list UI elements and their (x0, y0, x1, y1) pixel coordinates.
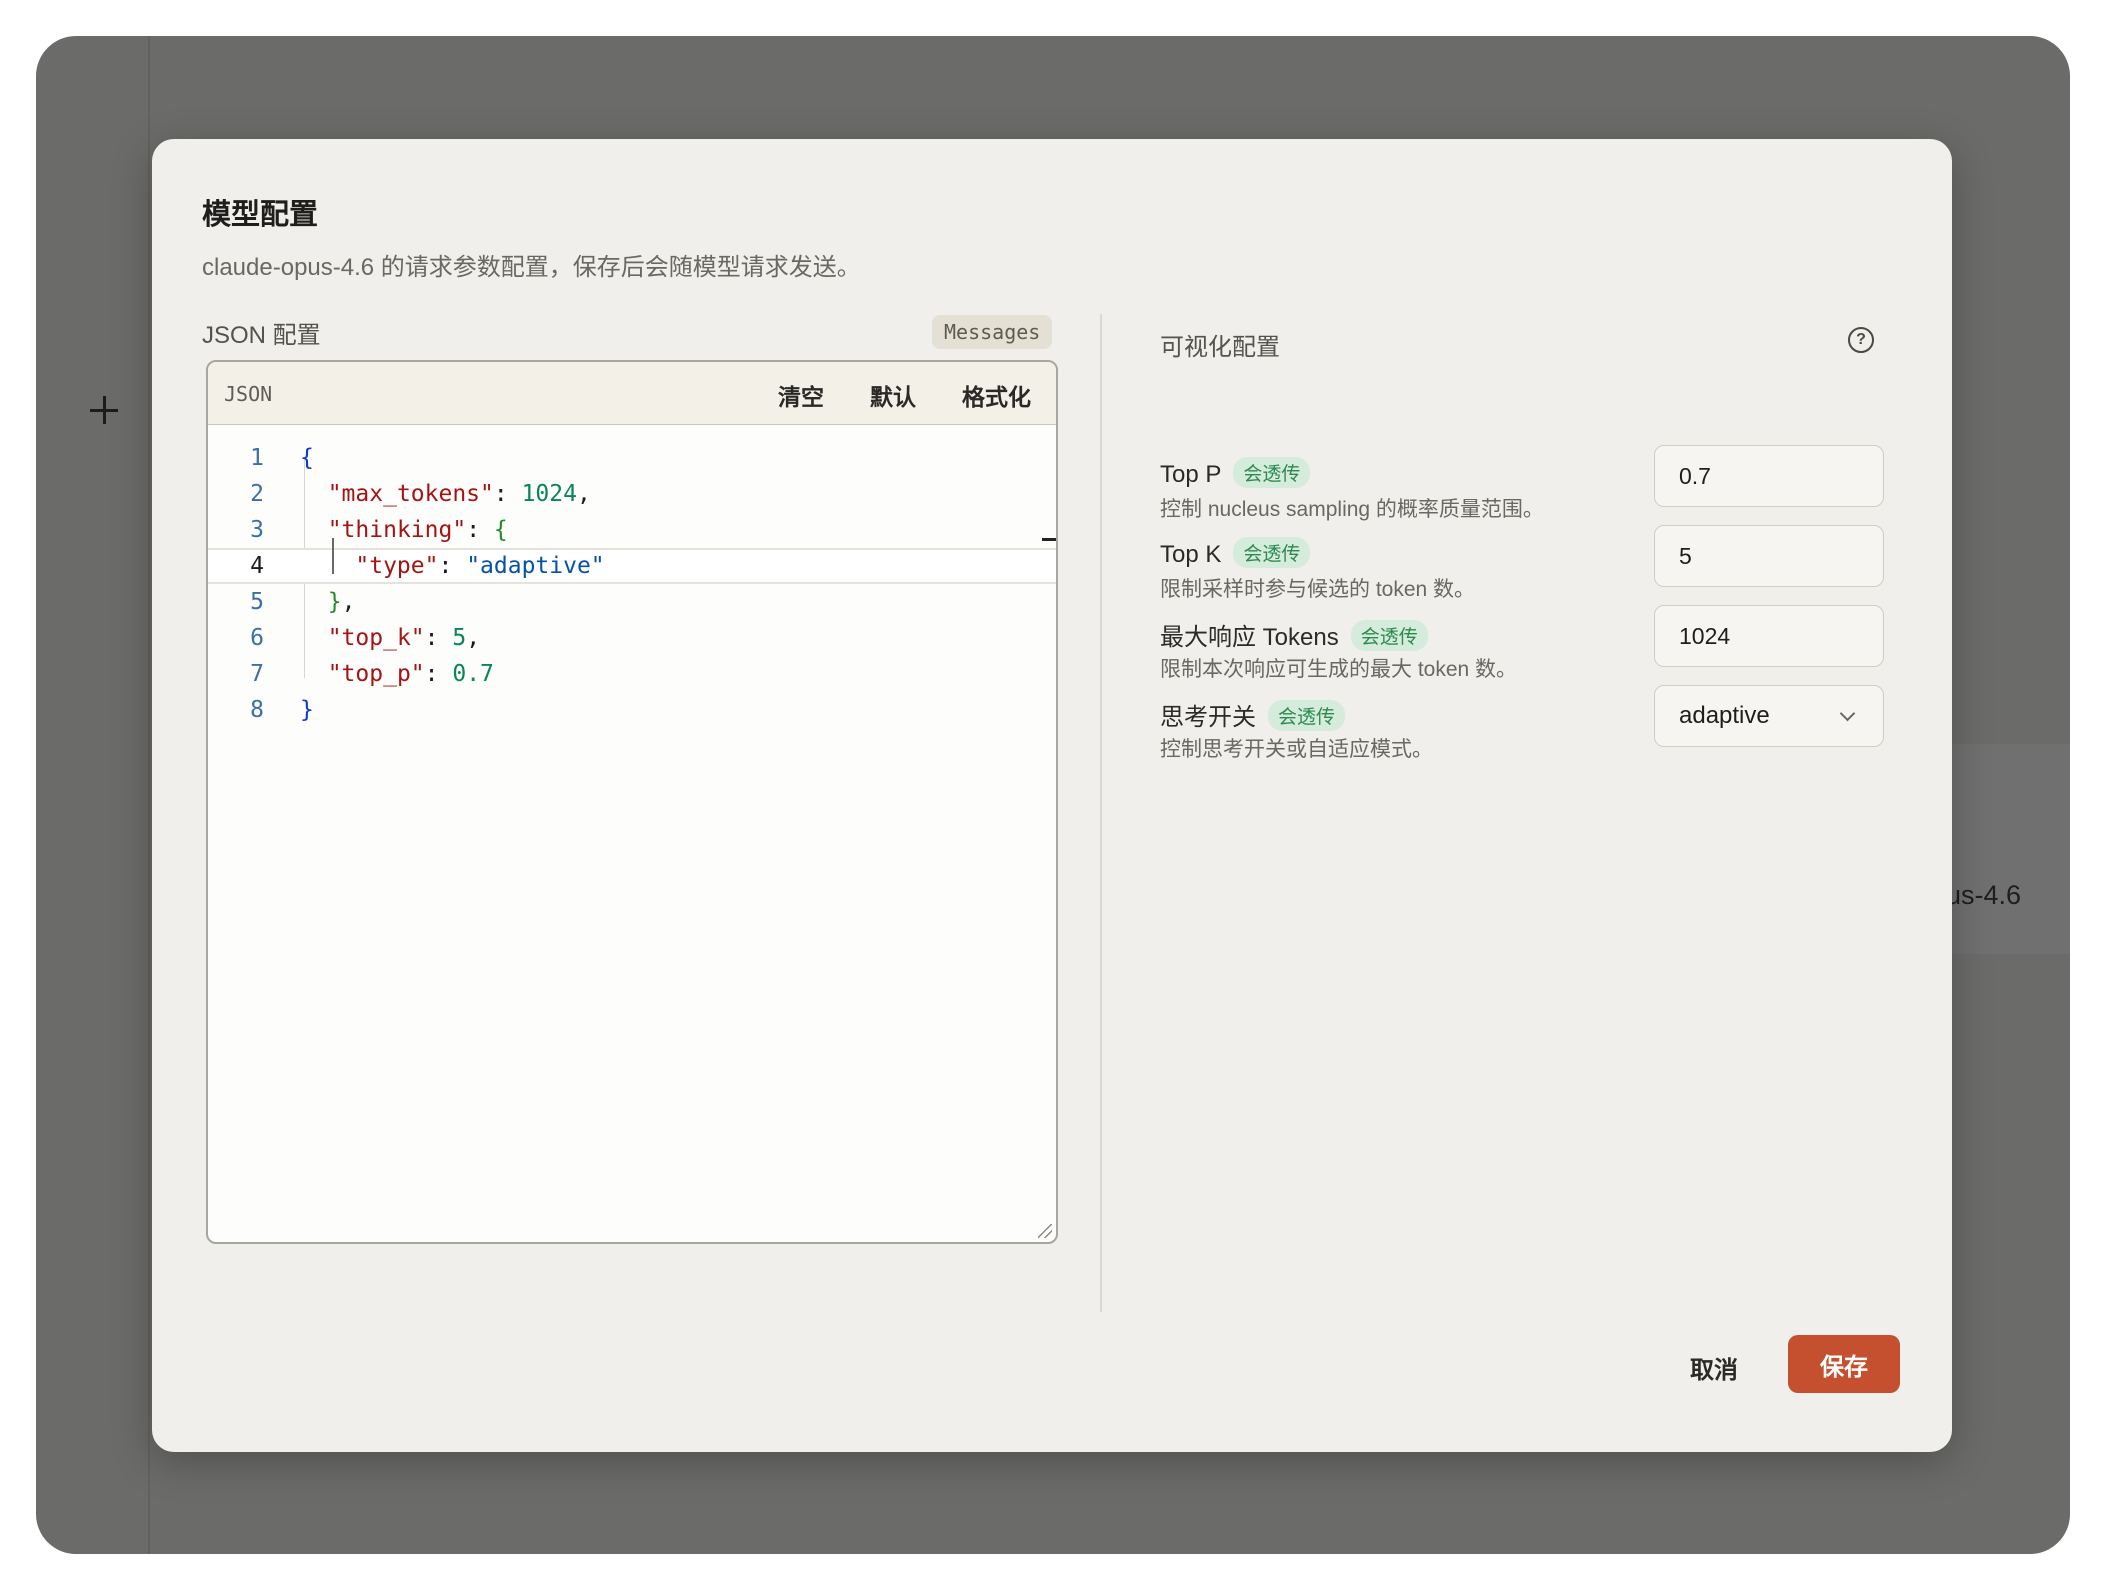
editor-toolbar: JSON 清空 默认 格式化 (208, 362, 1056, 425)
code-line[interactable]: 2 "max_tokens": 1024, (208, 476, 1056, 512)
code-text: "top_k": 5, (300, 620, 480, 656)
question-circle-icon[interactable]: ? (1848, 327, 1874, 353)
param-name-text: Top K (1160, 541, 1222, 568)
param-row: 思考开关 会透传控制思考开关或自适应模式。 adaptive (1160, 685, 1900, 767)
code-token: , (341, 589, 356, 615)
code-text: "type": "adaptive" (300, 550, 605, 582)
code-text: } (300, 692, 314, 728)
select-value: adaptive (1679, 702, 1770, 729)
line-number: 1 (250, 445, 264, 471)
passthrough-badge: 会透传 (1233, 457, 1311, 488)
param-input[interactable] (1654, 445, 1884, 507)
line-number: 5 (250, 589, 264, 615)
resize-grip-icon[interactable] (1038, 1224, 1052, 1238)
param-description: 控制 nucleus sampling 的概率质量范围。 (1160, 498, 1544, 521)
code-token: 5 (452, 625, 467, 651)
model-config-dialog: 模型配置 claude-opus-4.6 的请求参数配置，保存后会随模型请求发送… (152, 139, 1952, 1452)
param-name-text: Top P (1160, 461, 1222, 488)
background-model-name: us-4.6 (1946, 880, 2022, 910)
code-line[interactable]: 3 "thinking": { (208, 512, 1056, 548)
code-token: , (466, 625, 481, 651)
param-description: 限制采样时参与候选的 token 数。 (1160, 578, 1476, 601)
line-number: 3 (250, 517, 264, 543)
code-token: } (300, 697, 314, 723)
code-token: "top_p" (327, 661, 425, 687)
code-token: { (300, 445, 314, 471)
line-number: 2 (250, 481, 264, 507)
code-token: : (438, 553, 467, 579)
param-row: Top K 会透传限制采样时参与候选的 token 数。 (1160, 525, 1900, 607)
code-line[interactable]: 5 }, (208, 584, 1056, 620)
code-token: : (493, 481, 522, 507)
param-input[interactable] (1654, 605, 1884, 667)
code-token: : (466, 517, 494, 543)
code-line[interactable]: 6 "top_k": 5, (208, 620, 1056, 656)
passthrough-badge: 会透传 (1350, 620, 1428, 651)
code-token: "adaptive" (466, 553, 605, 579)
cancel-button[interactable]: 取消 (1664, 1339, 1764, 1395)
code-token: } (327, 589, 342, 615)
dialog-title: 模型配置 (202, 199, 319, 231)
passthrough-badge: 会透传 (1233, 537, 1311, 568)
dialog-subtitle: claude-opus-4.6 的请求参数配置，保存后会随模型请求发送。 (202, 254, 861, 281)
panel-divider (1100, 314, 1102, 1312)
line-number: 4 (250, 553, 264, 579)
chevron-down-icon (1839, 705, 1856, 722)
code-token: "type" (355, 553, 439, 579)
code-token: "max_tokens" (327, 481, 494, 507)
code-token: , (576, 481, 591, 507)
code-token: 0.7 (452, 661, 494, 687)
save-button[interactable]: 保存 (1788, 1335, 1900, 1393)
line-number: 7 (250, 661, 264, 687)
code-line[interactable]: 1{ (208, 440, 1056, 476)
code-text: }, (300, 584, 356, 620)
json-config-label: JSON 配置 (202, 322, 321, 349)
default-button[interactable]: 默认 (870, 378, 916, 412)
passthrough-badge: 会透传 (1268, 700, 1346, 731)
code-text: "max_tokens": 1024, (300, 476, 591, 512)
line-number: 8 (250, 697, 264, 723)
line-number: 6 (250, 625, 264, 651)
sidebar (36, 36, 150, 1554)
active-indent-guide (332, 538, 334, 574)
code-area[interactable]: 1{2 "max_tokens": 1024, 3 "thinking": {4 … (208, 426, 1056, 1242)
code-token: : (424, 625, 453, 651)
param-description: 控制思考开关或自适应模式。 (1160, 738, 1433, 761)
param-row: Top P 会透传控制 nucleus sampling 的概率质量范围。 (1160, 445, 1900, 527)
format-button[interactable]: 格式化 (962, 378, 1031, 412)
param-name: Top P 会透传 (1160, 457, 1311, 489)
code-token: "thinking" (327, 517, 467, 543)
code-line[interactable]: 7 "top_p": 0.7 (208, 656, 1056, 692)
code-token: : (424, 661, 453, 687)
thinking-mode-select[interactable]: adaptive (1654, 685, 1884, 747)
param-row: 最大响应 Tokens 会透传限制本次响应可生成的最大 token 数。 (1160, 605, 1900, 687)
code-token: 1024 (521, 481, 577, 507)
visual-config-label: 可视化配置 (1160, 334, 1280, 361)
code-text: "top_p": 0.7 (300, 656, 494, 692)
code-token: "top_k" (327, 625, 425, 651)
code-token: { (493, 517, 508, 543)
param-input[interactable] (1654, 525, 1884, 587)
param-name: 思考开关 会透传 (1160, 697, 1346, 732)
plus-icon[interactable] (88, 394, 120, 426)
clear-button[interactable]: 清空 (778, 378, 824, 412)
json-editor[interactable]: JSON 清空 默认 格式化 1{2 "max_tokens": 1024, 3 … (206, 360, 1058, 1244)
param-name: 最大响应 Tokens 会透传 (1160, 617, 1428, 652)
editor-toolbar-label: JSON (224, 382, 273, 406)
messages-badge: Messages (932, 315, 1053, 349)
param-name-text: 思考开关 (1160, 704, 1256, 731)
code-line[interactable]: 8} (208, 692, 1056, 728)
param-description: 限制本次响应可生成的最大 token 数。 (1160, 658, 1518, 681)
param-name: Top K 会透传 (1160, 537, 1311, 569)
code-text: { (300, 440, 314, 476)
param-name-text: 最大响应 Tokens (1160, 624, 1339, 651)
code-line[interactable]: 4 "type": "adaptive" (208, 548, 1056, 584)
